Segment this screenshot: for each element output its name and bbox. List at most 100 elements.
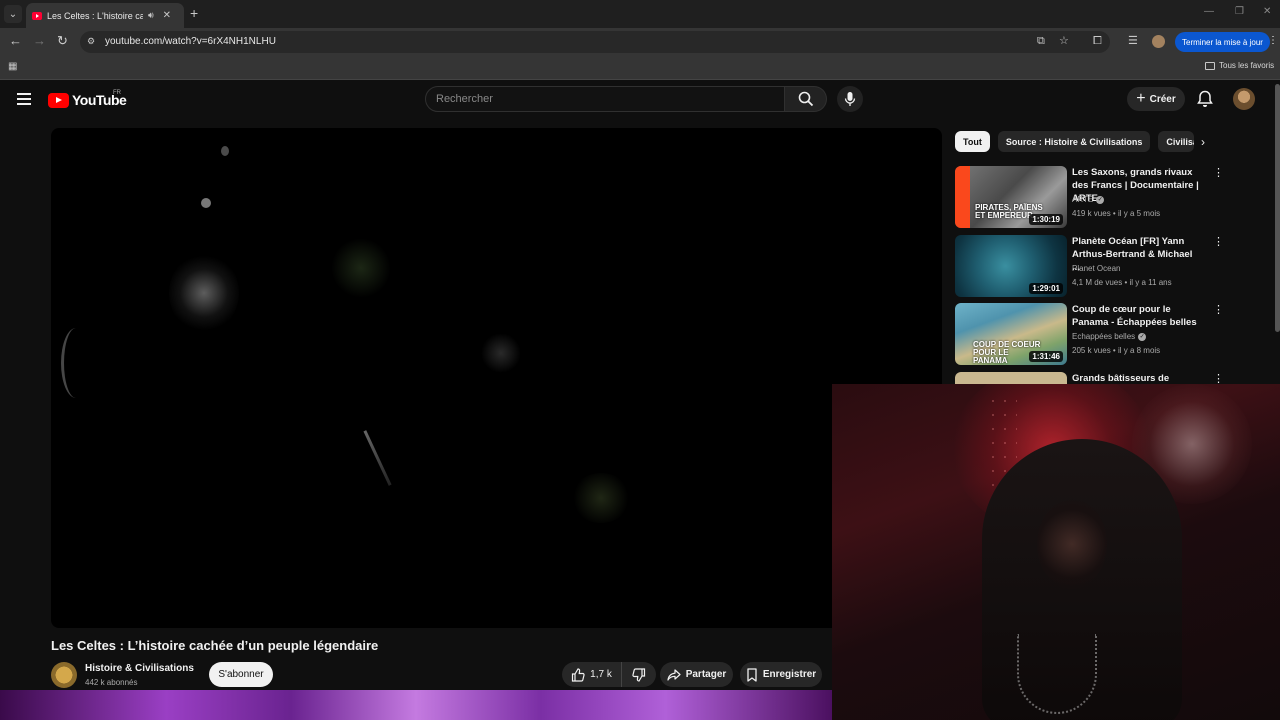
chevron-down-icon: ⌄ — [8, 8, 18, 20]
back-arrow-icon[interactable]: ← — [9, 34, 22, 48]
share-button[interactable]: Partager — [660, 662, 733, 687]
duration-badge: 1:31:46 — [1029, 351, 1063, 362]
recommendation-item[interactable]: Grands bâtisseurs de France : ⋮ — [955, 372, 1225, 384]
video-thumbnail[interactable]: 1:29:01 — [955, 235, 1067, 297]
video-frame-highlight — [221, 146, 229, 156]
more-options-icon[interactable]: ⋮ — [1213, 374, 1224, 385]
thumbs-up-icon — [572, 667, 585, 682]
speaker-icon[interactable]: 🔊︎ — [148, 10, 154, 21]
video-frame-streak — [61, 328, 91, 398]
hamburger-menu-icon[interactable] — [17, 93, 31, 105]
user-avatar[interactable] — [1233, 88, 1255, 110]
more-options-icon[interactable]: ⋮ — [1213, 168, 1224, 179]
browser-profile-avatar[interactable] — [1152, 35, 1165, 48]
video-frame-highlight — [571, 473, 631, 523]
apps-grid-icon[interactable]: ▦ — [8, 62, 17, 72]
plus-icon: + — [1136, 90, 1146, 107]
webcam-overlay — [832, 384, 1280, 720]
reading-list-icon[interactable]: ☰ — [1128, 35, 1138, 47]
recommendation-title[interactable]: Grands bâtisseurs de France : — [1072, 372, 1202, 384]
tab-title: Les Celtes : L'histoire cachée — [47, 10, 143, 21]
all-bookmarks-button[interactable]: Tous les favoris — [1205, 61, 1274, 70]
video-frame-streak — [363, 430, 392, 486]
video-title: Les Celtes : L’histoire cachée d’un peup… — [51, 638, 379, 653]
search-input[interactable] — [425, 86, 785, 112]
recommendation-channel[interactable]: ARTE ✓ — [1072, 195, 1105, 204]
recommendation-title[interactable]: Coup de cœur pour le Panama - Échappées … — [1072, 303, 1202, 329]
country-code: FR — [113, 90, 121, 96]
purple-banner-strip — [0, 690, 832, 720]
video-frame-highlight — [331, 238, 391, 298]
voice-search-button[interactable] — [837, 86, 863, 112]
forward-arrow-icon[interactable]: → — [33, 34, 46, 48]
person-face — [1037, 499, 1107, 589]
duration-badge: 1:30:19 — [1029, 214, 1063, 225]
reload-icon[interactable]: ↻ — [57, 34, 68, 48]
filter-chips: Tout Source : Histoire & Civilisations C… — [955, 131, 1195, 152]
channel-name[interactable]: Histoire & Civilisations — [85, 663, 194, 674]
recommendation-meta: 4,1 M de vues • il y a 11 ans — [1072, 278, 1172, 287]
tab-search-button[interactable]: ⌄ — [4, 5, 22, 23]
chip-civilisations[interactable]: Civilisa — [1158, 131, 1195, 152]
duration-badge: 1:29:01 — [1029, 283, 1063, 294]
video-frame-highlight — [201, 198, 211, 208]
recommendation-item[interactable]: PIRATES, PAÏENS ET EMPEREUR 1:30:19 Les … — [955, 166, 1225, 228]
create-label: Créer — [1149, 93, 1176, 105]
subscriber-count: 442 k abonnés — [85, 678, 138, 687]
share-label: Partager — [685, 669, 727, 680]
update-browser-button[interactable]: Terminer la mise à jour — [1175, 32, 1270, 52]
url-text[interactable]: youtube.com/watch?v=6rX4NH1NLHU — [105, 36, 276, 47]
save-button[interactable]: Enregistrer — [740, 662, 822, 687]
browser-menu-icon[interactable]: ⋮ — [1268, 36, 1278, 46]
dislike-button[interactable] — [622, 662, 656, 687]
maximize-icon[interactable]: ❐ — [1235, 6, 1244, 17]
chip-source[interactable]: Source : Histoire & Civilisations — [997, 131, 1151, 152]
share-arrow-icon — [667, 668, 681, 681]
folder-icon — [1205, 61, 1215, 70]
recommendation-channel[interactable]: Planet Ocean — [1072, 264, 1120, 273]
video-frame-highlight — [481, 333, 521, 373]
create-button[interactable]: + Créer — [1127, 87, 1185, 111]
save-label: Enregistrer — [762, 669, 817, 680]
verified-check-icon: ✓ — [1096, 195, 1105, 204]
like-count: 1,7 k — [590, 669, 612, 680]
close-window-icon[interactable]: ✕ — [1263, 6, 1271, 17]
close-tab-icon[interactable]: ✕ — [163, 10, 171, 21]
chevron-right-icon[interactable]: › — [1201, 135, 1205, 149]
recommendation-meta: 205 k vues • il y a 8 mois — [1072, 346, 1161, 355]
recommendation-item[interactable]: COUP DE COEUR POUR LE PANAMA 1:31:46 Cou… — [955, 303, 1225, 365]
like-dislike-group: 1,7 k — [562, 662, 656, 687]
site-info-icon[interactable]: ⚙ — [87, 36, 97, 46]
page-scrollbar[interactable] — [1275, 84, 1280, 332]
bookmarks-bar — [0, 56, 1280, 80]
arte-logo — [955, 166, 970, 228]
youtube-play-logo-icon — [48, 92, 69, 108]
chip-all[interactable]: Tout — [955, 131, 990, 152]
recommendation-item[interactable]: 1:29:01 Planète Océan [FR] Yann Arthus-B… — [955, 235, 1225, 297]
subscribe-button[interactable]: S'abonner — [209, 662, 273, 687]
youtube-favicon-icon — [32, 11, 42, 20]
browser-tab[interactable]: Les Celtes : L'histoire cachée 🔊︎ ✕ — [26, 3, 184, 28]
like-button[interactable]: 1,7 k — [562, 662, 622, 687]
all-bookmarks-label: Tous les favoris — [1219, 61, 1275, 70]
more-options-icon[interactable]: ⋮ — [1213, 305, 1224, 316]
video-player[interactable] — [51, 128, 942, 628]
channel-avatar[interactable] — [51, 662, 77, 688]
microphone-icon — [844, 92, 856, 106]
extensions-puzzle-icon[interactable]: ⧠ — [1093, 35, 1102, 47]
video-thumbnail[interactable] — [955, 372, 1067, 384]
new-tab-plus-icon[interactable]: + — [190, 6, 198, 20]
recommendation-channel[interactable]: Echappées belles ✓ — [1072, 332, 1147, 341]
search-icon — [798, 91, 813, 107]
necklace-chain — [1017, 634, 1097, 714]
install-app-icon[interactable]: ⧉ — [1037, 35, 1045, 47]
minimize-icon[interactable]: — — [1204, 6, 1214, 17]
more-options-icon[interactable]: ⋮ — [1213, 237, 1224, 248]
search-button[interactable] — [785, 86, 827, 112]
notifications-button[interactable] — [1197, 90, 1213, 113]
bookmark-star-icon[interactable]: ☆ — [1059, 35, 1069, 47]
video-thumbnail[interactable]: PIRATES, PAÏENS ET EMPEREUR 1:30:19 — [955, 166, 1067, 228]
video-thumbnail[interactable]: COUP DE COEUR POUR LE PANAMA 1:31:46 — [955, 303, 1067, 365]
bell-icon — [1197, 90, 1213, 107]
thumbs-down-icon — [632, 667, 646, 682]
